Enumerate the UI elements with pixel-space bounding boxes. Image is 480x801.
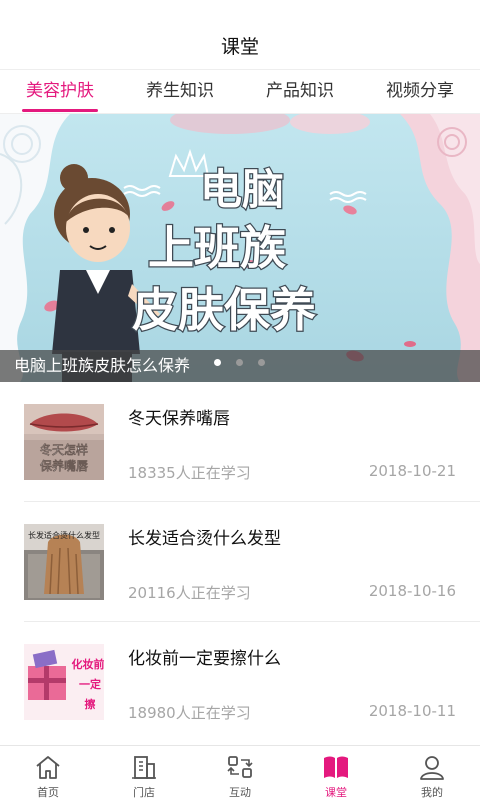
store-icon [132,756,156,779]
banner-headline-3: 皮肤保养 [132,283,316,337]
bottom-tab-bar: 首页 门店 互动 课堂 我的 [0,745,480,800]
carousel-indicator [214,351,275,370]
tabbar-profile[interactable]: 我的 [384,746,480,801]
tab-label: 产品知识 [266,81,334,101]
banner-carousel[interactable]: 电脑 上班族 皮肤保养 电脑上班族皮肤怎么保养 [0,114,480,382]
svg-text:保养嘴唇: 保养嘴唇 [40,458,88,473]
svg-text:长发适合烫什么发型: 长发适合烫什么发型 [28,530,100,540]
svg-text:一定: 一定 [79,677,101,691]
user-icon [420,756,444,780]
learner-count: 18980人正在学习 [128,704,251,722]
tabbar-label: 首页 [37,786,59,799]
banner-headline-2: 上班族 [148,221,286,275]
tab-health-knowledge[interactable]: 养生知识 [120,70,240,114]
course-date: 2018-10-21 [368,462,456,480]
tabbar-label: 门店 [133,786,155,799]
interact-icon [227,756,253,778]
course-thumbnail: 冬天怎样 保养嘴唇 [24,404,104,480]
course-thumbnail: 化妆前 一定 擦 [24,644,104,720]
tabbar-label: 课堂 [325,786,347,799]
tabbar-classroom[interactable]: 课堂 [288,746,384,801]
tabbar-interact[interactable]: 互动 [192,746,288,801]
carousel-dot[interactable] [236,359,244,366]
banner-caption: 电脑上班族皮肤怎么保养 [14,356,191,375]
learner-count: 18335人正在学习 [128,464,251,482]
course-title: 长发适合烫什么发型 [128,529,281,549]
tabbar-store[interactable]: 门店 [96,746,192,801]
tab-beauty-skincare[interactable]: 美容护肤 [0,70,120,114]
course-date: 2018-10-11 [368,702,456,720]
top-header: 课堂 [0,0,480,70]
carousel-dot[interactable] [214,359,221,366]
home-icon [36,756,60,779]
category-tabs: 美容护肤 养生知识 产品知识 视频分享 [0,70,480,114]
course-item[interactable]: 长发适合烫什么发型 长发适合烫什么发型 20116人正在学习 2018-10-1… [0,502,480,622]
tabbar-label: 我的 [421,786,443,799]
banner-illustration: 电脑 上班族 皮肤保养 [0,114,480,382]
active-tab-indicator [22,109,98,112]
carousel-dot[interactable] [258,359,266,366]
svg-text:冬天怎样: 冬天怎样 [40,442,88,457]
course-title: 化妆前一定要擦什么 [128,649,281,669]
tab-product-knowledge[interactable]: 产品知识 [240,70,360,114]
banner-headline-1: 电脑 [200,165,284,214]
book-icon [324,756,348,778]
course-title: 冬天保养嘴唇 [128,409,230,429]
course-item[interactable]: 冬天怎样 保养嘴唇 冬天保养嘴唇 18335人正在学习 2018-10-21 [0,382,480,502]
tabbar-label: 互动 [229,786,251,799]
course-item[interactable]: 化妆前 一定 擦 化妆前一定要擦什么 18980人正在学习 2018-10-11 [0,622,480,742]
tabbar-home[interactable]: 首页 [0,746,96,801]
svg-text:擦: 擦 [85,697,96,711]
tab-label: 养生知识 [146,81,214,101]
page-title: 课堂 [220,36,259,58]
svg-text:化妆前: 化妆前 [72,657,105,671]
course-thumbnail: 长发适合烫什么发型 [24,524,104,600]
course-date: 2018-10-16 [368,582,456,600]
tab-label: 视频分享 [386,81,454,101]
learner-count: 20116人正在学习 [128,584,251,602]
tab-label: 美容护肤 [26,81,94,101]
tab-video-sharing[interactable]: 视频分享 [360,70,480,114]
